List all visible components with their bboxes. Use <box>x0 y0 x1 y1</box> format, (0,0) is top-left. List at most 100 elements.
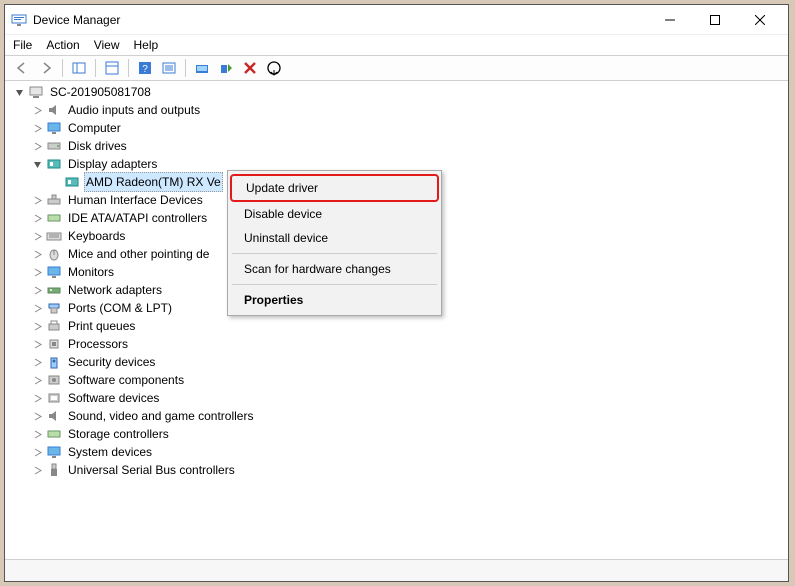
menubar: File Action View Help <box>5 35 788 55</box>
chevron-down-icon[interactable] <box>31 158 43 170</box>
chevron-right-icon[interactable] <box>31 194 43 206</box>
chevron-right-icon[interactable] <box>31 410 43 422</box>
chevron-right-icon[interactable] <box>31 284 43 296</box>
tree-node-sound[interactable]: Sound, video and game controllers <box>31 407 788 425</box>
software-icon <box>46 390 62 406</box>
chevron-right-icon[interactable] <box>31 104 43 116</box>
usb-icon <box>46 462 62 478</box>
device-manager-window: Device Manager File Action View Help ? <box>4 4 789 582</box>
tree-node-security[interactable]: Security devices <box>31 353 788 371</box>
node-label: System devices <box>66 443 154 461</box>
monitor-icon <box>46 264 62 280</box>
controller-icon <box>46 210 62 226</box>
minimize-button[interactable] <box>647 6 692 34</box>
chevron-right-icon[interactable] <box>31 338 43 350</box>
security-icon <box>46 354 62 370</box>
separator <box>95 59 96 77</box>
disable-button[interactable] <box>263 57 285 79</box>
ctx-properties[interactable]: Properties <box>230 288 439 312</box>
node-label: Human Interface Devices <box>66 191 205 209</box>
chevron-right-icon[interactable] <box>31 302 43 314</box>
node-label: Audio inputs and outputs <box>66 101 202 119</box>
system-icon <box>46 444 62 460</box>
node-label: Print queues <box>66 317 137 335</box>
chevron-right-icon[interactable] <box>31 122 43 134</box>
tree-node-audio[interactable]: Audio inputs and outputs <box>31 101 788 119</box>
separator <box>232 253 437 254</box>
monitor-icon <box>46 120 62 136</box>
node-label: Sound, video and game controllers <box>66 407 255 425</box>
chevron-right-icon[interactable] <box>31 320 43 332</box>
update-driver-button[interactable] <box>215 57 237 79</box>
ctx-disable-device[interactable]: Disable device <box>230 202 439 226</box>
tree-node-storage[interactable]: Storage controllers <box>31 425 788 443</box>
node-label: Ports (COM & LPT) <box>66 299 174 317</box>
node-label: Software components <box>66 371 186 389</box>
node-label: Storage controllers <box>66 425 171 443</box>
node-label: Universal Serial Bus controllers <box>66 461 237 479</box>
maximize-button[interactable] <box>692 6 737 34</box>
chevron-right-icon[interactable] <box>31 428 43 440</box>
menu-action[interactable]: Action <box>46 38 79 52</box>
node-label: Network adapters <box>66 281 164 299</box>
chevron-right-icon[interactable] <box>31 140 43 152</box>
tree-node-software-components[interactable]: Software components <box>31 371 788 389</box>
chevron-right-icon[interactable] <box>31 248 43 260</box>
svg-text:?: ? <box>142 64 148 75</box>
separator <box>232 284 437 285</box>
window-title: Device Manager <box>33 13 647 27</box>
forward-button[interactable] <box>35 57 57 79</box>
menu-file[interactable]: File <box>13 38 32 52</box>
chevron-right-icon[interactable] <box>31 464 43 476</box>
tree-node-processors[interactable]: Processors <box>31 335 788 353</box>
node-label: Processors <box>66 335 130 353</box>
chevron-right-icon[interactable] <box>31 392 43 404</box>
tree-root[interactable]: SC-201905081708 <box>13 83 788 101</box>
help-button[interactable]: ? <box>134 57 156 79</box>
node-label: Mice and other pointing de <box>66 245 211 263</box>
chevron-down-icon[interactable] <box>13 86 25 98</box>
scan-hardware-button[interactable] <box>191 57 213 79</box>
details-button[interactable] <box>158 57 180 79</box>
node-label: Display adapters <box>66 155 159 173</box>
node-label: SC-201905081708 <box>48 83 153 101</box>
cpu-icon <box>46 336 62 352</box>
chevron-right-icon[interactable] <box>31 356 43 368</box>
statusbar <box>5 559 788 581</box>
chevron-right-icon[interactable] <box>31 212 43 224</box>
ctx-label: Properties <box>244 293 303 307</box>
ctx-update-driver[interactable]: Update driver <box>230 174 439 202</box>
back-button[interactable] <box>11 57 33 79</box>
chevron-right-icon[interactable] <box>31 230 43 242</box>
ctx-uninstall-device[interactable]: Uninstall device <box>230 226 439 250</box>
printer-icon <box>46 318 62 334</box>
properties-button[interactable] <box>101 57 123 79</box>
tree-node-computer[interactable]: Computer <box>31 119 788 137</box>
display-adapter-icon <box>46 156 62 172</box>
tree-node-system-devices[interactable]: System devices <box>31 443 788 461</box>
show-hide-tree-button[interactable] <box>68 57 90 79</box>
chevron-right-icon[interactable] <box>31 446 43 458</box>
ctx-scan-hardware[interactable]: Scan for hardware changes <box>230 257 439 281</box>
node-label: Software devices <box>66 389 161 407</box>
tree-pane[interactable]: SC-201905081708 Audio inputs and outputs… <box>5 81 788 559</box>
chevron-right-icon[interactable] <box>31 374 43 386</box>
ctx-label: Scan for hardware changes <box>244 262 391 276</box>
tree-node-usb[interactable]: Universal Serial Bus controllers <box>31 461 788 479</box>
tree-node-printq[interactable]: Print queues <box>31 317 788 335</box>
display-adapter-icon <box>64 174 80 190</box>
tree-node-software-devices[interactable]: Software devices <box>31 389 788 407</box>
titlebar: Device Manager <box>5 5 788 35</box>
close-button[interactable] <box>737 6 782 34</box>
speaker-icon <box>46 102 62 118</box>
ctx-label: Disable device <box>244 207 322 221</box>
uninstall-button[interactable] <box>239 57 261 79</box>
keyboard-icon <box>46 228 62 244</box>
chevron-right-icon[interactable] <box>31 266 43 278</box>
tree-node-disk[interactable]: Disk drives <box>31 137 788 155</box>
ctx-label: Uninstall device <box>244 231 328 245</box>
separator <box>128 59 129 77</box>
menu-help[interactable]: Help <box>134 38 159 52</box>
menu-view[interactable]: View <box>94 38 120 52</box>
computer-icon <box>28 84 44 100</box>
